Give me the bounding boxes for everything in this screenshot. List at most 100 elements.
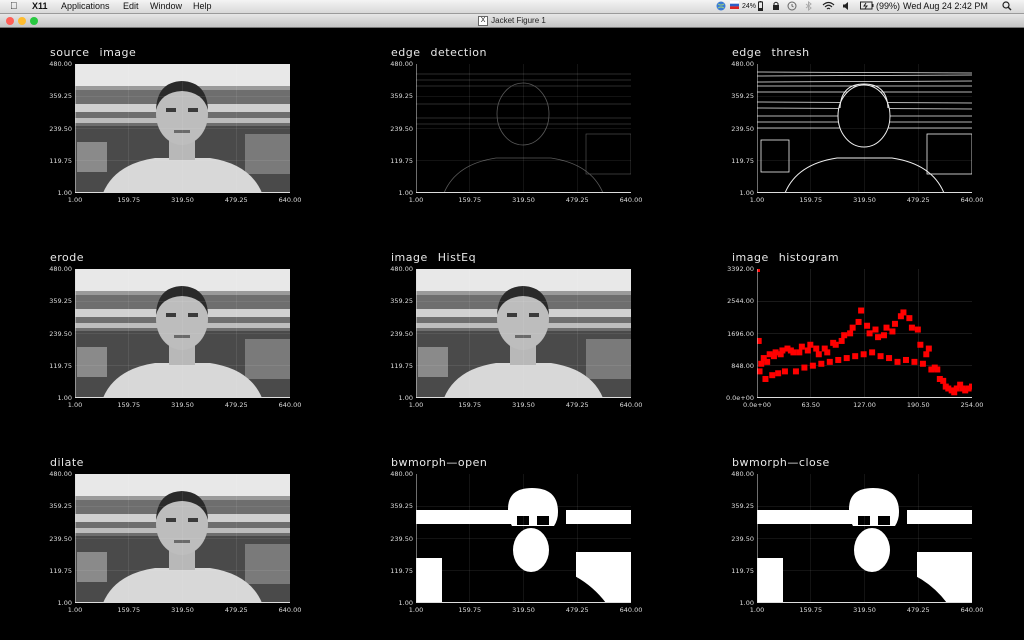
spotlight-icon[interactable]: [1002, 1, 1012, 11]
y-tick-label: 239.50: [390, 329, 413, 338]
window-title-bar[interactable]: X Jacket Figure 1: [0, 14, 1024, 28]
shelf: [586, 339, 631, 379]
chair: [77, 142, 107, 172]
apple-icon[interactable]: : [10, 1, 18, 12]
plot-svg: [416, 269, 631, 398]
y-tick-label: 239.50: [49, 124, 72, 133]
x-tick-label: 640.00: [278, 196, 302, 204]
panel-title: bwmorph—open: [391, 456, 487, 469]
y-tick-label: 239.50: [390, 534, 413, 543]
x-tick-label: 319.50: [853, 606, 876, 614]
panel-title-word: image: [99, 46, 137, 59]
histogram-point: [835, 356, 842, 363]
histogram-point: [891, 320, 898, 327]
window-title: X Jacket Figure 1: [0, 15, 1024, 26]
histogram-point: [900, 309, 907, 316]
panel-title-word: bwmorph—open: [391, 456, 488, 469]
volume-icon[interactable]: [842, 1, 852, 11]
battery-small-percent: 24%: [742, 3, 757, 10]
x-tick-label: 319.50: [512, 401, 535, 409]
histogram-point: [804, 347, 811, 354]
y-tick-label: 239.50: [731, 534, 754, 543]
plot-svg: [757, 64, 972, 193]
plot-svg: [757, 269, 972, 398]
plot-svg: [416, 64, 631, 193]
flag-icon[interactable]: [730, 1, 739, 9]
histogram-point: [906, 315, 913, 322]
y-tick-label: 480.00: [49, 470, 72, 478]
plot-area[interactable]: [416, 64, 631, 193]
globe-icon[interactable]: [716, 1, 726, 11]
menu-help[interactable]: Help: [193, 1, 212, 12]
clock[interactable]: Wed Aug 24 2:42 PM: [903, 1, 988, 12]
x-tick-label: 159.75: [458, 401, 482, 409]
plot-svg: [75, 474, 290, 603]
plot-area[interactable]: [416, 474, 631, 603]
plot-area[interactable]: [757, 474, 972, 603]
panel-title: image histogram: [732, 251, 839, 264]
menu-applications[interactable]: Applications: [61, 1, 110, 12]
shelf: [245, 544, 290, 584]
panel-title: source image: [50, 46, 136, 59]
x-tick-label: 640.00: [619, 196, 643, 204]
histogram-point: [858, 307, 865, 314]
x-tick-label: 640.00: [278, 606, 302, 614]
y-tick-label: 119.75: [49, 156, 72, 165]
chair: [77, 347, 107, 377]
menu-edit[interactable]: Edit: [123, 1, 139, 12]
window-title-text: Jacket Figure 1: [491, 16, 546, 25]
histogram-point: [908, 324, 915, 331]
plot-area[interactable]: [416, 269, 631, 398]
eye: [507, 313, 517, 317]
y-tick-label: 480.00: [731, 60, 754, 68]
plot-area[interactable]: [75, 474, 290, 603]
x-tick-label: 640.00: [960, 196, 984, 204]
time-machine-icon[interactable]: [787, 1, 797, 11]
histogram-point: [883, 324, 890, 331]
menu-window[interactable]: Window: [150, 1, 182, 12]
histogram-point: [838, 337, 845, 344]
histogram-point: [824, 349, 831, 356]
x-tick-label: 319.50: [171, 606, 194, 614]
histogram-point: [877, 353, 884, 360]
histogram-point: [847, 330, 854, 337]
x-tick-label: 63.50: [801, 401, 821, 409]
y-tick-label: 359.25: [731, 502, 754, 511]
panel-title: bwmorph—close: [732, 456, 830, 469]
lock-icon[interactable]: [772, 1, 780, 11]
x-tick-label: 190.50: [906, 401, 930, 409]
y-tick-label: 480.00: [49, 60, 72, 68]
panel-title-word: HistEq: [437, 251, 477, 264]
x-tick-label: 1.00: [67, 606, 83, 614]
thresh-face: [837, 84, 891, 148]
plot-area[interactable]: [75, 64, 290, 193]
battery-main-icon[interactable]: [860, 1, 874, 10]
wifi-icon[interactable]: [822, 1, 835, 11]
x-tick-label: 479.25: [906, 606, 930, 614]
x-tick-label: 1.00: [67, 196, 83, 204]
shelf: [245, 339, 290, 379]
bluetooth-icon[interactable]: [805, 1, 812, 11]
mouth: [515, 335, 531, 338]
histogram-point: [889, 328, 896, 335]
histogram-point: [757, 368, 763, 375]
bw-hair: [849, 488, 899, 526]
battery-small-icon: [758, 1, 763, 11]
y-tick-label: 119.75: [731, 566, 754, 575]
x11-icon: X: [478, 15, 489, 26]
y-tick-label: 359.25: [49, 92, 72, 101]
plot-area[interactable]: [75, 269, 290, 398]
app-menu-x11[interactable]: X11: [32, 1, 48, 12]
x-tick-label: 479.25: [224, 606, 248, 614]
histogram-point: [757, 337, 762, 344]
bw-eye: [517, 516, 529, 525]
bw-region: [757, 510, 852, 524]
x-tick-label: 1.00: [408, 196, 424, 204]
y-tick-label: 480.00: [390, 265, 413, 273]
histogram-point: [801, 364, 808, 371]
mouth: [174, 540, 190, 543]
plot-area[interactable]: [757, 64, 972, 193]
plot-area[interactable]: [757, 269, 972, 398]
bw-hair: [508, 488, 558, 526]
y-tick-label: 239.50: [49, 329, 72, 338]
